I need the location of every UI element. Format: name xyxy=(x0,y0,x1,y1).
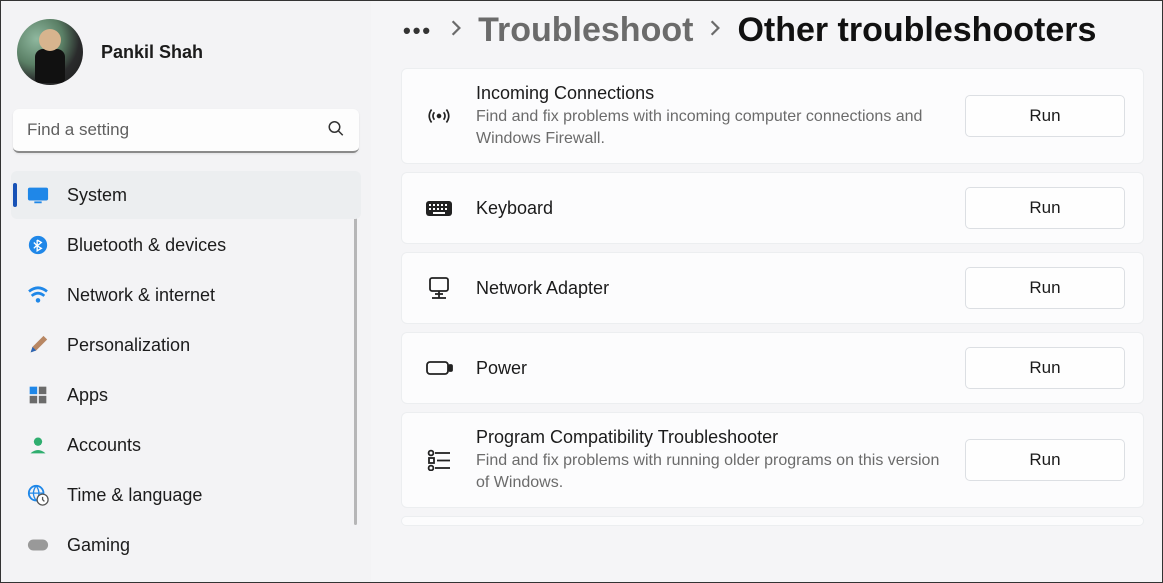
sidebar-item-label: Accounts xyxy=(67,435,141,456)
sidebar-item-bluetooth[interactable]: Bluetooth & devices xyxy=(11,221,361,269)
troubleshooter-partial xyxy=(401,516,1144,526)
compat-icon xyxy=(424,449,454,471)
network-adapter-icon xyxy=(424,276,454,300)
troubleshooter-title: Program Compatibility Troubleshooter xyxy=(476,427,943,448)
sidebar-nav: System Bluetooth & devices Network & int… xyxy=(11,171,361,569)
sidebar-item-label: Bluetooth & devices xyxy=(67,235,226,256)
sidebar-item-accounts[interactable]: Accounts xyxy=(11,421,361,469)
breadcrumb: ••• Troubleshoot Other troubleshooters xyxy=(401,11,1144,50)
sidebar-item-label: Apps xyxy=(67,385,108,406)
troubleshooter-title: Power xyxy=(476,358,943,379)
run-button[interactable]: Run xyxy=(965,267,1125,309)
bluetooth-icon xyxy=(27,234,49,256)
sidebar-item-system[interactable]: System xyxy=(11,171,361,219)
run-button[interactable]: Run xyxy=(965,347,1125,389)
troubleshooter-network-adapter: Network Adapter Run xyxy=(401,252,1144,324)
sidebar-item-time-language[interactable]: Time & language xyxy=(11,471,361,519)
troubleshooter-list: Incoming Connections Find and fix proble… xyxy=(401,68,1144,526)
apps-icon xyxy=(27,384,49,406)
sidebar-item-network[interactable]: Network & internet xyxy=(11,271,361,319)
troubleshooter-keyboard: Keyboard Run xyxy=(401,172,1144,244)
brush-icon xyxy=(27,334,49,356)
sidebar-item-apps[interactable]: Apps xyxy=(11,371,361,419)
breadcrumb-parent[interactable]: Troubleshoot xyxy=(478,11,693,50)
wifi-icon xyxy=(27,284,49,306)
troubleshooter-desc: Find and fix problems with running older… xyxy=(476,450,943,493)
battery-icon xyxy=(424,360,454,376)
avatar xyxy=(17,19,83,85)
troubleshooter-title: Keyboard xyxy=(476,198,943,219)
chevron-right-icon xyxy=(709,19,721,42)
globe-clock-icon xyxy=(27,484,49,506)
sidebar-item-label: Time & language xyxy=(67,485,202,506)
run-button[interactable]: Run xyxy=(965,95,1125,137)
gamepad-icon xyxy=(27,534,49,556)
troubleshooter-title: Incoming Connections xyxy=(476,83,943,104)
search-wrap xyxy=(13,109,359,153)
sidebar: Pankil Shah System Bluetooth & devices xyxy=(1,1,371,582)
sidebar-item-label: System xyxy=(67,185,127,206)
sidebar-item-personalization[interactable]: Personalization xyxy=(11,321,361,369)
page-title: Other troubleshooters xyxy=(737,11,1096,50)
run-button[interactable]: Run xyxy=(965,187,1125,229)
keyboard-icon xyxy=(424,198,454,218)
broadcast-icon xyxy=(424,105,454,127)
troubleshooter-program-compatibility: Program Compatibility Troubleshooter Fin… xyxy=(401,412,1144,508)
user-name: Pankil Shah xyxy=(101,42,203,63)
sidebar-item-label: Gaming xyxy=(67,535,130,556)
search-icon xyxy=(327,120,345,143)
troubleshooter-title: Network Adapter xyxy=(476,278,943,299)
sidebar-item-label: Personalization xyxy=(67,335,190,356)
chevron-right-icon xyxy=(450,19,462,42)
monitor-icon xyxy=(27,184,49,206)
troubleshooter-desc: Find and fix problems with incoming comp… xyxy=(476,106,943,149)
breadcrumb-overflow-button[interactable]: ••• xyxy=(401,14,434,48)
run-button[interactable]: Run xyxy=(965,439,1125,481)
user-profile[interactable]: Pankil Shah xyxy=(11,13,361,101)
search-input[interactable] xyxy=(13,109,359,153)
main-content: ••• Troubleshoot Other troubleshooters I… xyxy=(371,1,1162,582)
troubleshooter-incoming-connections: Incoming Connections Find and fix proble… xyxy=(401,68,1144,164)
sidebar-item-label: Network & internet xyxy=(67,285,215,306)
sidebar-item-gaming[interactable]: Gaming xyxy=(11,521,361,569)
troubleshooter-power: Power Run xyxy=(401,332,1144,404)
person-icon xyxy=(27,434,49,456)
